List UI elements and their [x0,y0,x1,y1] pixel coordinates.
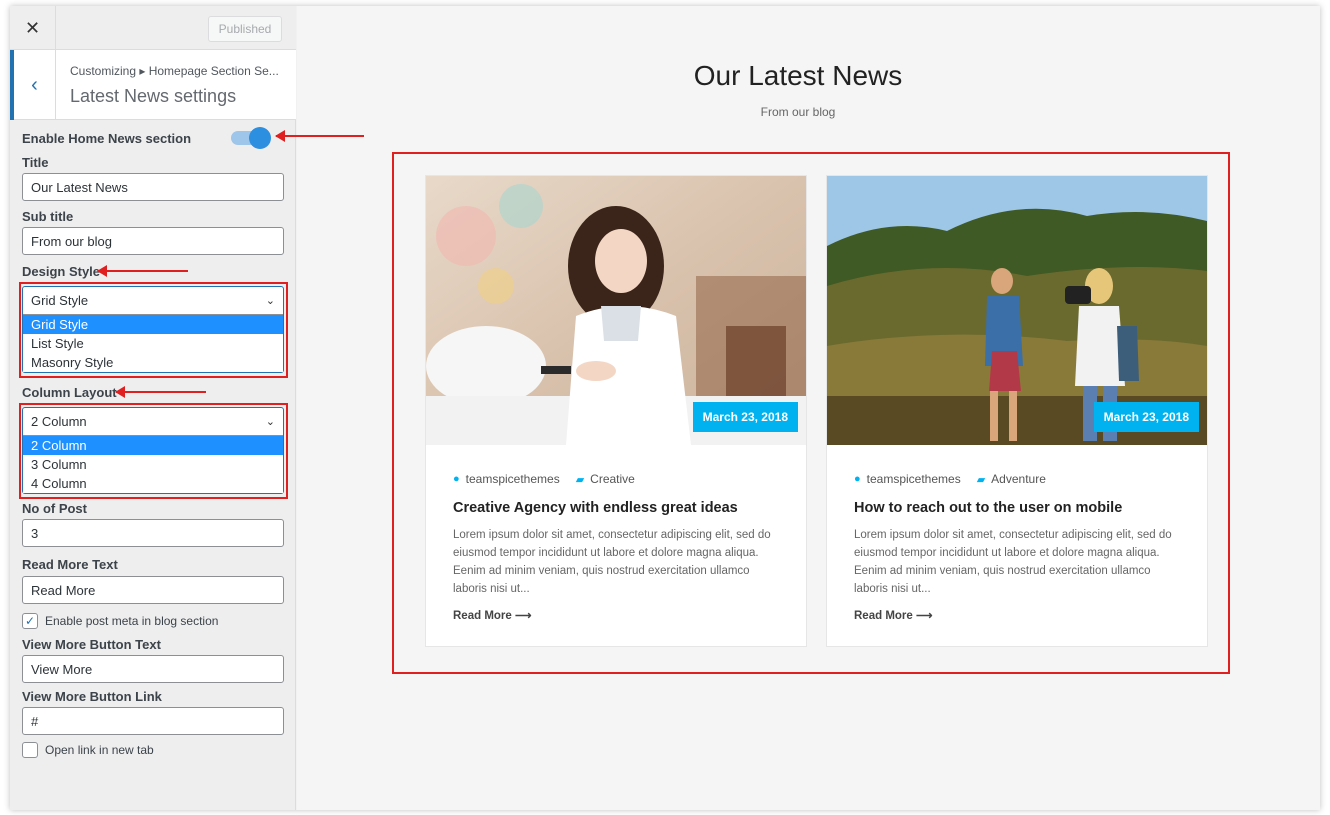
new-tab-option[interactable]: Open link in new tab [22,742,154,758]
column-layout-label: Column Layout [22,385,117,400]
post-meta: ● teamspicethemes ▰ Adventure [854,472,1046,486]
post-image[interactable]: March 23, 2018 [426,176,806,445]
read-more-link[interactable]: Read More ⟶ [453,608,531,622]
close-icon: ✕ [24,17,41,38]
post-image[interactable]: March 23, 2018 [827,176,1207,445]
chevron-down-icon: ⌄ [265,416,275,428]
folder-icon: ▰ [575,473,585,486]
design-option-grid[interactable]: Grid Style [23,315,283,334]
folder-icon: ▰ [976,473,986,486]
read-more-input[interactable]: Read More [22,576,284,604]
checkmark-icon: ✓ [24,614,36,628]
column-layout-value: 2 Column [31,414,87,429]
section-header: ‹ Customizing ▸ Homepage Section Se... L… [10,50,296,120]
design-option-masonry[interactable]: Masonry Style [23,353,283,372]
annotation-arrow-design [97,265,188,277]
post-date-badge[interactable]: March 23, 2018 [1093,402,1199,432]
chevron-left-icon: ‹ [31,73,38,96]
design-style-value: Grid Style [31,293,89,308]
customizer-window: ✕ Published ‹ Customizing ▸ Homepage Sec… [10,6,1320,810]
design-style-select[interactable]: Grid Style ⌄ Grid Style List Style Mason… [22,286,284,373]
post-category[interactable]: Adventure [991,472,1046,486]
post-count-input[interactable]: 3 [22,519,284,547]
post-date-badge[interactable]: March 23, 2018 [692,402,798,432]
chevron-down-icon: ⌄ [265,295,275,307]
title-input[interactable]: Our Latest News [22,173,284,201]
enable-news-toggle[interactable] [231,127,271,149]
post-category[interactable]: Creative [590,472,635,486]
post-meta-option[interactable]: ✓ Enable post meta in blog section [22,613,218,629]
annotation-arrow-column [115,386,206,398]
post-author[interactable]: teamspicethemes [466,472,560,486]
design-style-label: Design Style [22,264,101,279]
post-author[interactable]: teamspicethemes [867,472,961,486]
post-meta: ● teamspicethemes ▰ Creative [453,472,635,486]
news-card: March 23, 2018 ● teamspicethemes ▰ Creat… [425,175,807,647]
view-more-input[interactable]: View More [22,655,284,683]
post-meta-label: Enable post meta in blog section [45,614,219,628]
subtitle-label: Sub title [22,209,74,224]
post-excerpt: Lorem ipsum dolor sit amet, consectetur … [854,529,1172,595]
post-excerpt: Lorem ipsum dolor sit amet, consectetur … [453,529,771,595]
title-label: Title [22,155,49,170]
column-layout-select[interactable]: 2 Column ⌄ 2 Column 3 Column 4 Column [22,407,284,494]
toggle-knob [249,127,271,149]
new-tab-checkbox[interactable] [22,742,38,758]
breadcrumb: Customizing ▸ Homepage Section Se... [70,64,279,78]
design-style-current[interactable]: Grid Style ⌄ [23,287,283,315]
post-count-label: No of Post [22,501,87,516]
column-option-3[interactable]: 3 Column [23,455,283,474]
news-heading: Our Latest News [693,60,903,91]
user-icon: ● [453,473,460,485]
customizer-header: ✕ Published [10,6,296,50]
view-more-link-input[interactable]: # [22,707,284,735]
close-button[interactable]: ✕ [10,6,56,50]
user-icon: ● [854,473,861,485]
annotation-arrow-enable [275,130,364,142]
column-option-2[interactable]: 2 Column [23,436,283,455]
site-preview: Our Latest News From our blog March 23, … [297,6,1320,810]
customizer-sidebar: ✕ Published ‹ Customizing ▸ Homepage Sec… [10,6,296,810]
new-tab-label: Open link in new tab [45,743,154,757]
design-option-list[interactable]: List Style [23,334,283,353]
post-title[interactable]: How to reach out to the user on mobile [854,500,1122,516]
view-more-label: View More Button Text [22,637,161,652]
view-more-link-label: View More Button Link [22,689,162,704]
column-option-4[interactable]: 4 Column [23,474,283,493]
read-more-link[interactable]: Read More ⟶ [854,608,932,622]
section-title: Latest News settings [70,86,237,106]
column-layout-current[interactable]: 2 Column ⌄ [23,408,283,436]
back-button[interactable]: ‹ [10,50,56,120]
enable-news-label: Enable Home News section [22,131,192,146]
news-grid-highlight: March 23, 2018 ● teamspicethemes ▰ Creat… [392,152,1230,674]
post-meta-checkbox[interactable]: ✓ [22,613,38,629]
read-more-label: Read More Text [22,557,118,572]
published-button[interactable]: Published [208,16,282,42]
news-card: March 23, 2018 ● teamspicethemes ▰ Adven… [826,175,1208,647]
subtitle-input[interactable]: From our blog [22,227,284,255]
news-subheading: From our blog [760,105,836,119]
post-title[interactable]: Creative Agency with endless great ideas [453,500,738,516]
